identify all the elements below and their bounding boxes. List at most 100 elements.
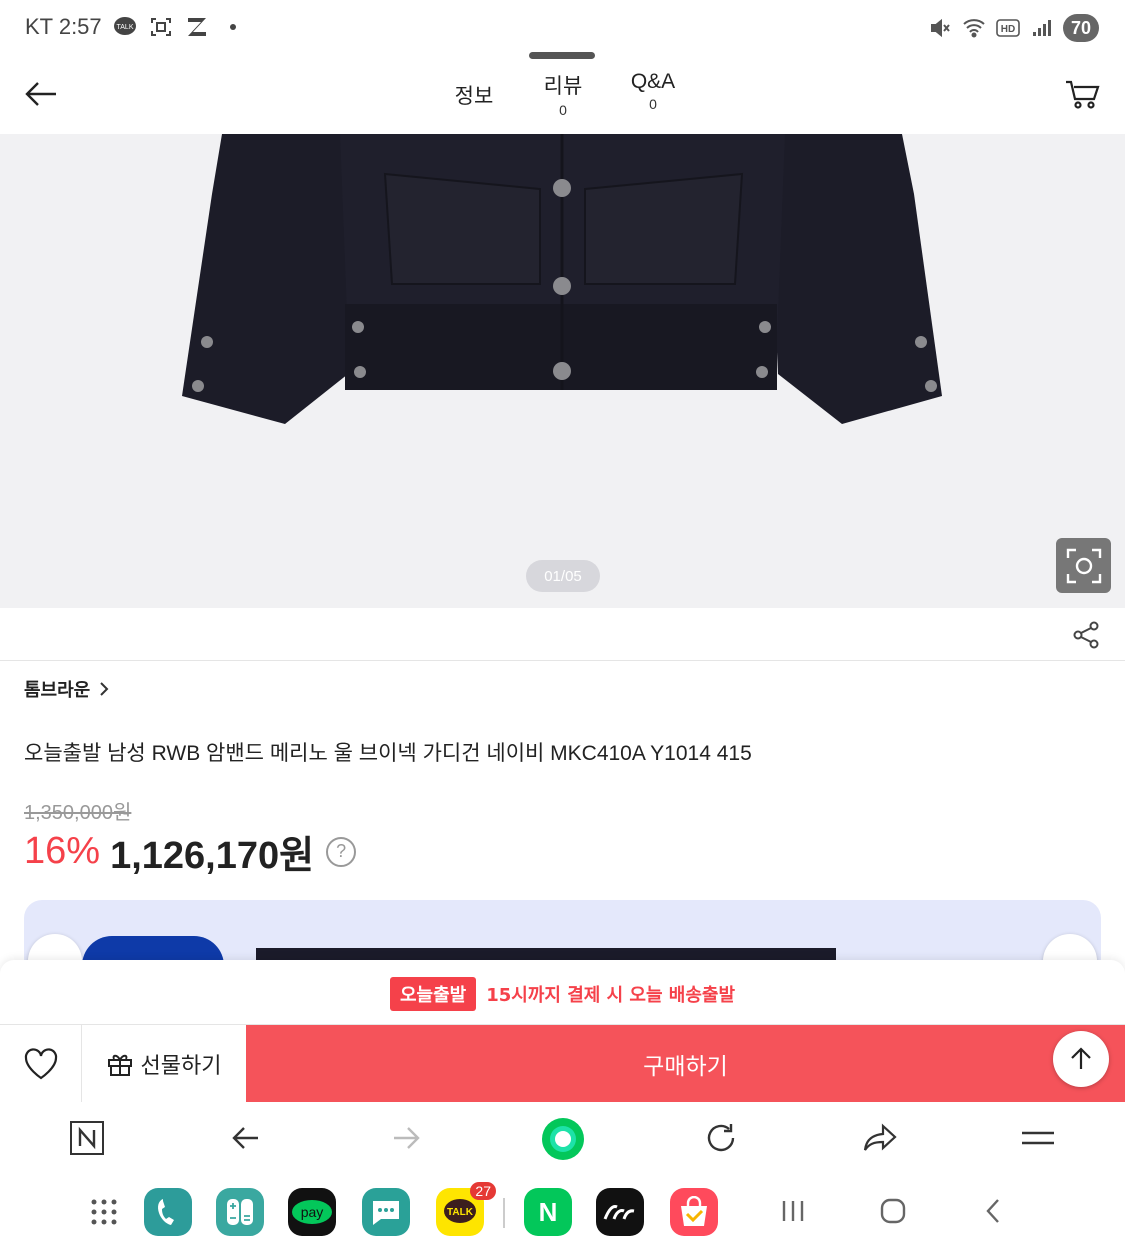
shopping-bag-icon [681,1196,707,1226]
green-dot-icon [542,1118,584,1160]
arrow-left-icon [25,82,56,106]
browser-share-button[interactable] [862,1120,898,1156]
hd-icon: HD [995,15,1021,41]
signal-icon [1029,15,1055,41]
dock-divider [503,1198,505,1228]
browser-forward-button[interactable] [388,1120,424,1156]
browser-toolbar [0,1102,1125,1174]
arrow-up-icon [1071,1047,1091,1069]
home-icon [880,1198,906,1224]
cart-button[interactable] [1063,75,1101,113]
share-button[interactable] [1071,620,1101,650]
image-search-button[interactable] [1056,538,1111,593]
naver-label: N [539,1197,558,1227]
status-time: KT 2:57 [25,14,102,39]
naver-n-icon [70,1121,104,1155]
action-row: 선물하기 구매하기 [0,1024,1125,1103]
discount-rate: 16% [24,830,101,872]
brand-link[interactable]: 톰브라운 [24,676,110,702]
gift-button[interactable]: 선물하기 [82,1025,246,1103]
svg-text:TALK: TALK [117,24,134,31]
z-icon [184,14,210,40]
forward-share-icon [863,1123,897,1151]
grid-dots-icon [91,1199,117,1225]
product-image-gallery[interactable]: 01/05 [0,134,1125,608]
chevron-left-icon [986,1199,999,1223]
top-header: 정보 리뷰 0 Q&A 0 [0,52,1125,134]
green-dot-button[interactable] [540,1116,586,1162]
kakaotalk-app[interactable]: TALK 27 [436,1182,496,1236]
tab-review-label: 리뷰 [543,75,583,98]
arrow-right-icon [394,1127,420,1149]
calculator-icon [227,1199,253,1225]
product-title: 오늘출발 남성 RWB 암밴드 메리노 울 브이넥 가디건 네이비 MKC410… [24,742,752,765]
gift-icon [107,1054,132,1076]
messages-app[interactable] [362,1188,410,1236]
today-shipping-badge: 오늘출발 [389,977,477,1011]
buy-button[interactable]: 구매하기 [246,1025,1125,1103]
tab-review-count: 0 [559,102,567,118]
share-icon [1073,621,1099,649]
tab-info[interactable]: 정보 [452,80,496,110]
app-dock: pay TALK 27 N [0,1174,1125,1248]
refresh-icon [707,1124,735,1152]
price-row: 16% 1,126,170원 ? [24,824,357,879]
phone-app[interactable] [144,1188,192,1236]
price-help-icon[interactable]: ? [326,836,357,867]
heart-icon [24,1048,57,1080]
camera-lens-icon [1066,548,1101,583]
pay-label: pay [301,1204,324,1220]
message-bubble-icon [373,1201,399,1225]
purchase-sheet: 오늘출발 15시까지 결제 시 오늘 배송출발 선물하기 구매하기 [0,960,1125,1103]
recent-apps-button[interactable] [778,1196,808,1226]
back-button[interactable] [22,74,62,114]
fruits-app[interactable] [596,1188,644,1236]
app-drawer-button[interactable] [80,1188,128,1236]
browser-menu-button[interactable] [1020,1120,1056,1156]
cart-icon [1066,80,1100,109]
system-back-button[interactable] [978,1196,1008,1226]
mute-icon [927,15,953,41]
delivery-text: 15시까지 결제 시 오늘 배송출발 [486,985,736,1006]
dot-icon [220,14,246,40]
gallery-page-indicator: 01/05 [526,560,600,592]
scroll-top-button[interactable] [1053,1031,1109,1087]
menu-icon [1022,1131,1054,1145]
phone-icon [158,1199,174,1225]
shopping-app[interactable] [670,1188,718,1236]
naver-pay-app[interactable]: pay [288,1188,336,1236]
gift-label: 선물하기 [140,1054,222,1079]
wishlist-button[interactable] [0,1025,82,1103]
tab-qa-label: Q&A [630,70,676,93]
battery-indicator: 70 [1063,14,1099,42]
browser-back-button[interactable] [228,1120,264,1156]
refresh-button[interactable] [703,1120,739,1156]
brand-name: 톰브라운 [24,680,91,701]
naver-icon: N [539,1197,558,1227]
wifi-icon [961,15,987,41]
screenshot-icon [148,14,174,40]
svg-text:HD: HD [1001,24,1015,35]
status-bar: KT 2:57 TALK HD 70 [0,0,1125,58]
tab-qa[interactable]: Q&A 0 [626,70,680,112]
tab-review[interactable]: 리뷰 0 [536,70,590,118]
delivery-info: 오늘출발 15시까지 결제 시 오늘 배송출발 [0,977,1125,1011]
pay-icon: pay [292,1200,332,1224]
kakaotalk-badge: 27 [470,1182,496,1200]
arrow-left-icon [232,1127,258,1149]
drag-handle[interactable] [529,52,595,59]
calculator-app[interactable] [216,1188,264,1236]
kakaotalk-icon: TALK [444,1199,476,1223]
sale-price: 1,126,170원 [110,835,315,877]
fruits-icon [603,1205,635,1220]
naver-app[interactable]: N [524,1188,572,1236]
product-photo [182,134,942,424]
naver-home-button[interactable] [69,1120,105,1156]
kakaotalk-label: TALK [447,1207,474,1218]
original-price: 1,350,000원 [24,802,132,824]
chevron-right-icon [100,682,109,696]
recents-icon [782,1201,804,1221]
talk-icon: TALK [112,14,138,40]
tab-info-label: 정보 [454,85,494,108]
home-button[interactable] [878,1196,908,1226]
